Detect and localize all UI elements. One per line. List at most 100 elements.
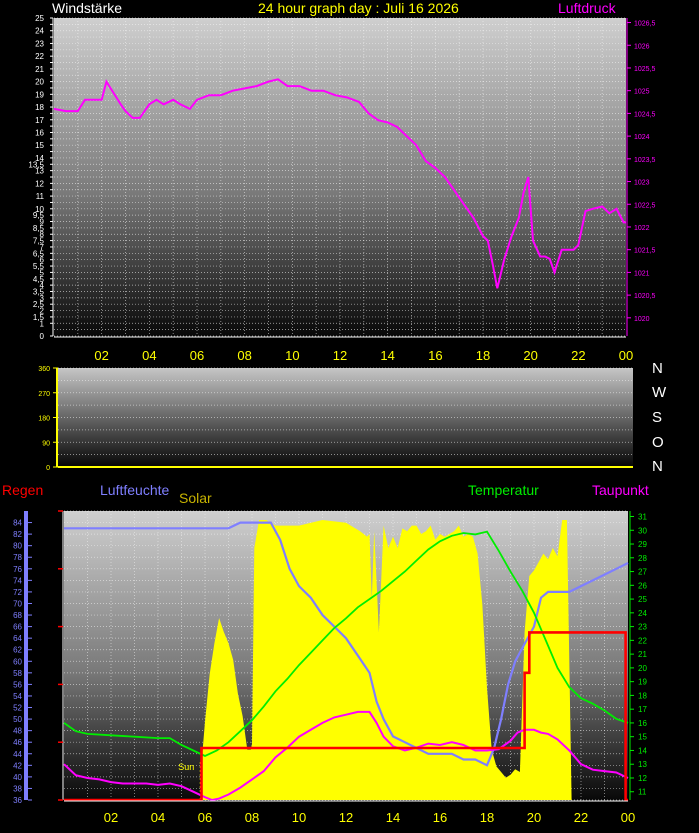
panel1-right-tick-label: 1020 (634, 316, 650, 323)
panel1-left-tick-label: 16 (35, 128, 44, 137)
temp-tick-label: 15 (638, 733, 647, 742)
humidity-tick-label: 48 (13, 727, 22, 736)
direction-label-n-top: N (652, 360, 663, 377)
panel1-left-tick-label: 10 (35, 205, 44, 214)
humidity-tick-label: 58 (13, 669, 22, 678)
panel3-x-tick-label: 06 (198, 810, 212, 825)
temp-tick-label: 14 (638, 746, 647, 755)
panel1-left-tick-label: 19 (35, 90, 44, 99)
regen-label: Regen (2, 482, 44, 498)
temp-tick-label: 19 (638, 678, 647, 687)
temp-tick-label: 29 (638, 540, 647, 549)
panel1-left-tick-label: 22 (35, 52, 44, 61)
panel1-left-tick-label: 17 (35, 116, 44, 125)
panel1-right-tick-label: 1022,5 (634, 202, 656, 209)
panel1-right-tick-label: 1025 (634, 89, 650, 96)
panel3-x-tick-label: 12 (339, 810, 353, 825)
humidity-tick-label: 38 (13, 784, 22, 793)
panel3-x-tick-label: 16 (433, 810, 447, 825)
humidity-tick-label: 70 (13, 599, 22, 608)
direction-label-o: O (652, 434, 664, 451)
temp-tick-label: 21 (638, 650, 647, 659)
panel2-y-tick-label: 270 (38, 391, 50, 398)
panel1-right-tick-label: 1023,5 (634, 157, 656, 164)
temp-tick-label: 26 (638, 581, 647, 590)
humidity-tick-label: 64 (13, 634, 22, 643)
humidity-tick-label: 54 (13, 692, 22, 701)
panel1-left-tick-label: 18 (35, 103, 44, 112)
humidity-tick-label: 80 (13, 542, 22, 551)
panel1-x-tick-label: 08 (237, 348, 251, 363)
humidity-tick-label: 84 (13, 519, 22, 528)
panel3-x-tick-label: 20 (527, 810, 541, 825)
panel2-y-tick-label: 90 (42, 440, 50, 447)
panel3-x-tick-label: 02 (104, 810, 118, 825)
panel1-left-tick-label: 14 (35, 154, 44, 163)
temp-tick-label: 31 (638, 513, 647, 522)
panel1-x-tick-label: 00 (619, 348, 633, 363)
humidity-tick-label: 40 (13, 773, 22, 782)
panel1-left-tick-label: 23 (35, 39, 44, 48)
direction-label-s: S (652, 409, 663, 426)
panel1-x-tick-label: 06 (190, 348, 204, 363)
panel1-right-tick-label: 1024,5 (634, 111, 656, 118)
panel1-right-tick-label: 1021,5 (634, 248, 656, 255)
humidity-tick-label: 82 (13, 530, 22, 539)
panel1-right-tick-label: 1023 (634, 180, 650, 187)
temp-tick-label: 25 (638, 595, 647, 604)
panel3-x-tick-label: 14 (386, 810, 400, 825)
temp-tick-label: 28 (638, 554, 647, 563)
panel1-x-tick-label: 10 (285, 348, 299, 363)
panel1-right-tick-label: 1022 (634, 225, 650, 232)
sun-marker-label: Sun (178, 762, 194, 772)
temp-tick-label: 30 (638, 526, 647, 535)
humidity-tick-label: 44 (13, 750, 22, 759)
temp-tick-label: 27 (638, 568, 647, 577)
panel1-left-tick-label: 24 (35, 27, 44, 36)
direction-label-w: W (652, 384, 667, 401)
temp-tick-label: 20 (638, 664, 647, 673)
temperatur-label: Temperatur (468, 482, 539, 498)
panel2-y-tick-label: 360 (38, 366, 50, 373)
humidity-tick-label: 46 (13, 738, 22, 747)
humidity-tick-label: 66 (13, 623, 22, 632)
weather-charts: 011,522,533,544,555,566,577,588,599,5101… (13, 14, 656, 825)
panel1-right-tick-label: 1026,5 (634, 21, 656, 28)
temp-tick-label: 22 (638, 636, 647, 645)
panel3-x-tick-label: 04 (151, 810, 165, 825)
panel1-right-tick-label: 1026 (634, 43, 650, 50)
panel1-right-tick-label: 1021 (634, 270, 650, 277)
humidity-tick-label: 52 (13, 704, 22, 713)
panel1-right-tick-label: 1020,5 (634, 293, 656, 300)
panel1-x-tick-label: 12 (333, 348, 347, 363)
panel1-right-tick-label: 1024 (634, 134, 650, 141)
temp-tick-label: 24 (638, 609, 647, 618)
panel1-left-tick-label: 15 (35, 141, 44, 150)
panel1-x-tick-label: 22 (571, 348, 585, 363)
humidity-tick-label: 68 (13, 611, 22, 620)
panel1-x-tick-label: 16 (428, 348, 442, 363)
humidity-tick-label: 74 (13, 576, 22, 585)
temp-tick-label: 18 (638, 691, 647, 700)
temp-tick-label: 11 (638, 788, 647, 797)
panel1-left-tick-label: 21 (35, 65, 44, 74)
panel1-x-tick-label: 04 (142, 348, 156, 363)
panel2-plot-area (58, 368, 633, 467)
temp-tick-label: 16 (638, 719, 647, 728)
humidity-tick-label: 72 (13, 588, 22, 597)
temp-tick-label: 23 (638, 623, 647, 632)
panel1-left-tick-label: 11 (36, 192, 45, 201)
direction-label-n-bottom: N (652, 458, 663, 475)
panel1-right-tick-label: 1025,5 (634, 66, 656, 73)
panel3-x-tick-label: 08 (245, 810, 259, 825)
panel1-x-tick-label: 02 (94, 348, 108, 363)
temp-tick-label: 13 (638, 760, 647, 769)
panel1-left-tick-label: 20 (35, 78, 44, 87)
humidity-tick-label: 78 (13, 553, 22, 562)
humidity-tick-label: 50 (13, 715, 22, 724)
panel3-x-tick-label: 22 (574, 810, 588, 825)
humidity-tick-label: 56 (13, 680, 22, 689)
humidity-tick-label: 62 (13, 646, 22, 655)
taupunkt-label: Taupunkt (592, 482, 649, 498)
humidity-tick-label: 76 (13, 565, 22, 574)
